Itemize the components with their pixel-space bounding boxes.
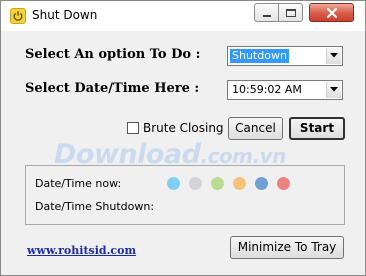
title-bar: Shut Down	[1, 1, 365, 31]
loading-dot	[277, 177, 290, 190]
loading-dot	[233, 177, 246, 190]
option-label: Select An option To Do :	[25, 47, 201, 62]
loading-dot	[167, 177, 180, 190]
loading-dot	[255, 177, 268, 190]
status-panel: Date/Time now: Date/Time Shutdown:	[25, 165, 345, 225]
minimize-to-tray-button[interactable]: Minimize To Tray	[230, 236, 344, 259]
window-title: Shut Down	[32, 8, 98, 22]
option-select[interactable]: Shutdown	[227, 46, 343, 66]
close-icon	[326, 7, 338, 19]
datetime-now-label: Date/Time now:	[35, 177, 122, 190]
cancel-button-label: Cancel	[235, 121, 276, 135]
datetime-picker[interactable]: 10:59:02 AM	[227, 80, 343, 100]
dropdown-button[interactable]	[326, 48, 341, 64]
datetime-dropdown-button[interactable]	[326, 82, 341, 98]
minimize-to-tray-label: Minimize To Tray	[237, 240, 337, 254]
datetime-label: Select Date/Time Here :	[25, 81, 200, 96]
loading-dot	[211, 177, 224, 190]
option-select-value: Shutdown	[230, 49, 289, 63]
datetime-shutdown-label: Date/Time Shutdown:	[35, 200, 155, 213]
chevron-down-icon	[330, 53, 338, 58]
datetime-picker-value: 10:59:02 AM	[232, 83, 302, 96]
start-button-label: Start	[299, 121, 335, 135]
power-icon	[10, 8, 26, 24]
website-link[interactable]: www.rohitsid.com	[27, 244, 136, 257]
shutdown-window: Shut Down Select An option To Do : Shutd…	[0, 0, 366, 276]
minimize-window-button[interactable]	[254, 3, 279, 22]
cancel-button[interactable]: Cancel	[228, 117, 283, 140]
loading-dot	[189, 177, 202, 190]
minimize-icon	[263, 15, 271, 17]
maximize-window-button[interactable]	[278, 3, 303, 22]
start-button[interactable]: Start	[289, 117, 345, 140]
chevron-down-icon	[330, 87, 338, 92]
close-window-button[interactable]	[309, 3, 354, 22]
brute-closing-checkbox[interactable]	[127, 122, 139, 134]
brute-closing-label: Brute Closing	[143, 121, 224, 135]
